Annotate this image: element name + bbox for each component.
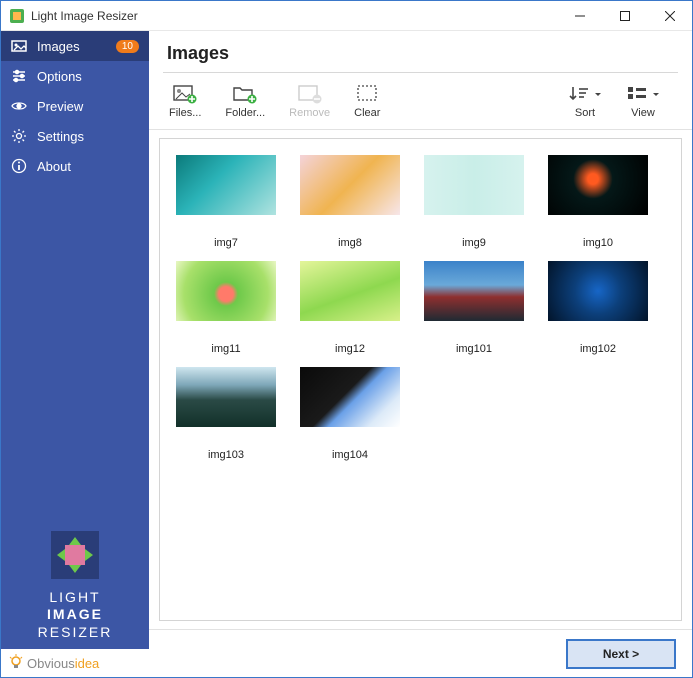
- sort-icon: [568, 83, 602, 105]
- toolbar-label: View: [631, 107, 655, 119]
- thumbnail-image: [300, 367, 400, 427]
- sidebar-item-label: Settings: [37, 129, 139, 144]
- sidebar: Images 10 Options Preview Settings About…: [1, 31, 149, 677]
- images-icon: [11, 38, 27, 54]
- brand-line-3: RESIZER: [1, 624, 149, 642]
- thumbnail-caption: img101: [456, 343, 492, 355]
- add-files-icon: [173, 83, 197, 105]
- thumbnail-item[interactable]: img11: [166, 257, 286, 359]
- thumbnail-caption: img103: [208, 449, 244, 461]
- thumbnail-image: [548, 155, 648, 215]
- thumbnail-caption: img10: [583, 237, 613, 249]
- thumbnail-image: [300, 155, 400, 215]
- brand-logo: LIGHT IMAGE RESIZER: [1, 519, 149, 650]
- thumbnail-image: [300, 261, 400, 321]
- footer-text-1: Obvious: [27, 656, 75, 671]
- view-button[interactable]: View: [620, 79, 666, 123]
- toolbar-label: Folder...: [225, 107, 265, 119]
- page-title: Images: [167, 43, 674, 64]
- thumbnail-caption: img9: [462, 237, 486, 249]
- sidebar-item-settings[interactable]: Settings: [1, 121, 149, 151]
- sidebar-item-label: About: [37, 159, 139, 174]
- titlebar: Light Image Resizer: [1, 1, 692, 31]
- thumbnail-caption: img12: [335, 343, 365, 355]
- sidebar-badge: 10: [116, 40, 139, 53]
- sidebar-item-label: Options: [37, 69, 139, 84]
- brand-line-1: LIGHT: [1, 589, 149, 607]
- thumbnail-image: [176, 155, 276, 215]
- gear-icon: [11, 128, 27, 144]
- remove-button: Remove: [283, 79, 336, 123]
- toolbar-label: Remove: [289, 107, 330, 119]
- thumbnail-item[interactable]: img101: [414, 257, 534, 359]
- thumbnail-image: [176, 367, 276, 427]
- sliders-icon: [11, 68, 27, 84]
- thumbnail-item[interactable]: img12: [290, 257, 410, 359]
- thumbnail-panel: img7 img8 img9 img10 img11 img12 img101 img102 i…: [159, 138, 682, 621]
- sidebar-item-images[interactable]: Images 10: [1, 31, 149, 61]
- thumbnail-caption: img104: [332, 449, 368, 461]
- brand-line-2: IMAGE: [1, 606, 149, 624]
- thumbnail-caption: img7: [214, 237, 238, 249]
- clear-button[interactable]: Clear: [348, 79, 386, 123]
- thumbnail-image: [424, 261, 524, 321]
- toolbar-label: Sort: [575, 107, 595, 119]
- thumbnail-item[interactable]: img104: [290, 363, 410, 465]
- window-buttons: [557, 1, 692, 30]
- thumbnail-item[interactable]: img8: [290, 151, 410, 253]
- window-title: Light Image Resizer: [31, 9, 557, 23]
- thumbnail-image: [176, 261, 276, 321]
- sidebar-item-preview[interactable]: Preview: [1, 91, 149, 121]
- app-icon: [9, 8, 25, 24]
- thumbnail-caption: img8: [338, 237, 362, 249]
- thumbnail-item[interactable]: img103: [166, 363, 286, 465]
- add-folder-button[interactable]: Folder...: [219, 79, 271, 123]
- obviousidea-link[interactable]: Obviousidea: [1, 649, 149, 677]
- thumbnail-item[interactable]: img10: [538, 151, 658, 253]
- thumbnail-caption: img11: [211, 343, 240, 355]
- sidebar-item-about[interactable]: About: [1, 151, 149, 181]
- thumbnail-caption: img102: [580, 343, 616, 355]
- toolbar: Files... Folder... Remove Clear Sort V: [149, 75, 692, 130]
- thumbnail-image: [424, 155, 524, 215]
- minimize-button[interactable]: [557, 1, 602, 30]
- thumbnail-item[interactable]: img7: [166, 151, 286, 253]
- next-button[interactable]: Next >: [566, 639, 676, 669]
- footer-text-2: idea: [75, 656, 100, 671]
- sidebar-item-label: Preview: [37, 99, 139, 114]
- close-button[interactable]: [647, 1, 692, 30]
- sort-button[interactable]: Sort: [562, 79, 608, 123]
- brand-logo-icon: [51, 531, 99, 579]
- clear-icon: [356, 83, 378, 105]
- main-pane: Images Files... Folder... Remove Clear: [149, 31, 692, 677]
- info-icon: [11, 158, 27, 174]
- toolbar-label: Clear: [354, 107, 380, 119]
- eye-icon: [11, 98, 27, 114]
- maximize-button[interactable]: [602, 1, 647, 30]
- thumbnail-item[interactable]: img9: [414, 151, 534, 253]
- add-files-button[interactable]: Files...: [163, 79, 207, 123]
- toolbar-label: Files...: [169, 107, 201, 119]
- thumbnail-item[interactable]: img102: [538, 257, 658, 359]
- thumbnail-image: [548, 261, 648, 321]
- sidebar-item-options[interactable]: Options: [1, 61, 149, 91]
- remove-icon: [298, 83, 322, 105]
- bottom-bar: Next >: [149, 629, 692, 677]
- sidebar-item-label: Images: [37, 39, 116, 54]
- view-icon: [626, 83, 660, 105]
- lightbulb-icon: [7, 654, 25, 672]
- add-folder-icon: [233, 83, 257, 105]
